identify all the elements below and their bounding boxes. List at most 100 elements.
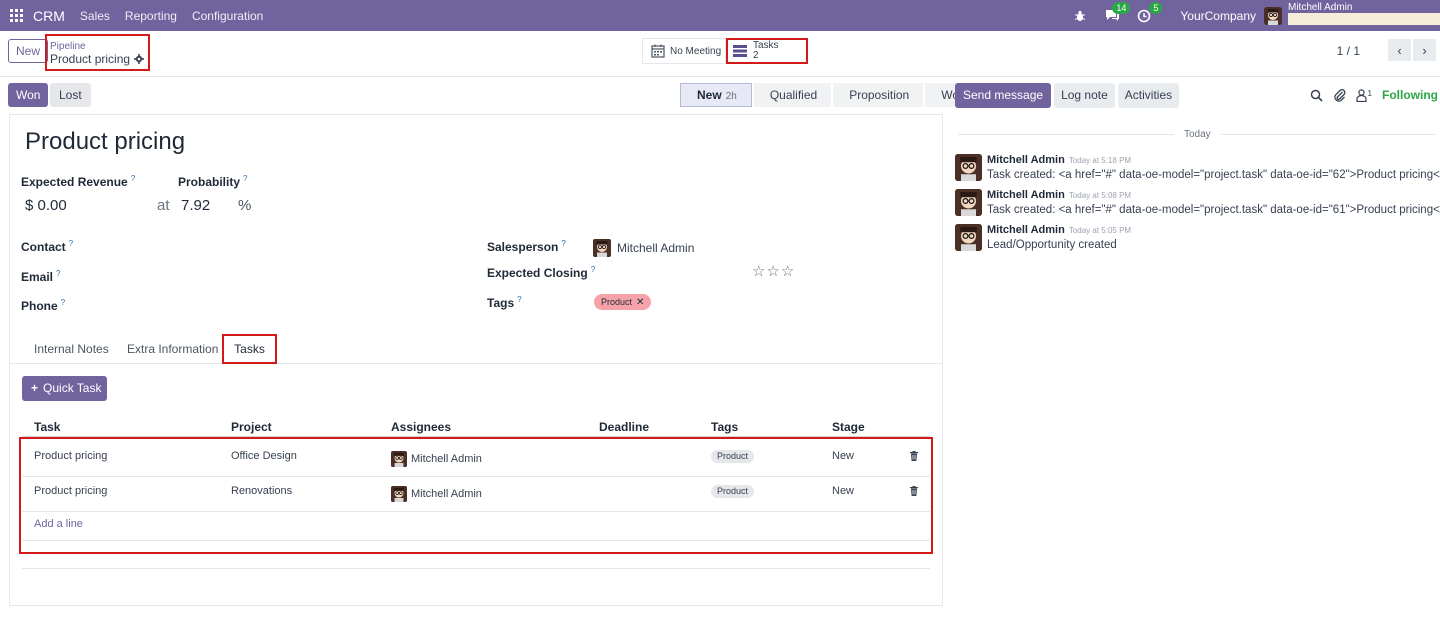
phone-label-text: Phone [21,299,58,313]
help-icon[interactable]: ? [131,174,135,183]
bug-icon[interactable] [1072,8,1088,24]
breadcrumb: Pipeline Product pricing [45,34,150,71]
tab-tasks[interactable]: Tasks [222,334,277,364]
following-toggle[interactable]: Following [1382,88,1438,102]
menu-reporting[interactable]: Reporting [125,9,177,23]
remove-tag-icon[interactable]: ✕ [636,297,644,308]
user-avatar[interactable] [1264,6,1282,25]
breadcrumb-pipeline[interactable]: Pipeline [50,41,145,52]
menu-sales[interactable]: Sales [80,9,110,23]
column-tags[interactable]: Tags [711,420,738,434]
log-note-button[interactable]: Log note [1054,83,1115,108]
message-author-name[interactable]: Mitchell Admin [987,224,1065,236]
email-label-text: Email [21,270,54,284]
task-project[interactable]: Office Design [231,450,297,462]
won-button[interactable]: Won [8,83,49,107]
apps-menu-icon[interactable] [10,9,23,22]
message-author-name[interactable]: Mitchell Admin [987,189,1065,201]
trash-icon[interactable] [909,451,919,461]
user-menu[interactable]: Mitchell Admin [1288,0,1440,31]
form-sheet: Product pricing Expected Revenue? $ 0.00… [9,114,943,606]
message-body: Lead/Opportunity created [987,239,1117,251]
help-icon[interactable]: ? [69,239,73,248]
avatar [593,239,611,257]
pager-previous-button[interactable]: ‹ [1388,39,1411,61]
app-name[interactable]: CRM [33,8,65,24]
followers-count: 1 [1367,88,1372,98]
stage-proposition[interactable]: Proposition [833,83,924,107]
task-assignee[interactable]: Mitchell Admin [391,451,482,467]
pager-next-button[interactable]: › [1413,39,1436,61]
tasks-smart-button[interactable]: Tasks 2 [726,38,808,64]
gear-icon[interactable] [134,54,145,64]
help-icon[interactable]: ? [591,265,595,274]
salesperson-field[interactable]: Mitchell Admin [593,239,694,257]
salesperson-name: Mitchell Admin [617,241,695,255]
priority-stars[interactable]: ☆☆☆ [752,262,795,280]
task-assignee[interactable]: Mitchell Admin [391,486,482,502]
breadcrumb-current-label: Product pricing [50,52,131,66]
column-stage[interactable]: Stage [832,420,865,434]
probability-field[interactable]: 7.92 [181,197,210,214]
status-bar: Won Lost New 2h Qualified Proposition Won [0,78,980,112]
meeting-smart-button[interactable]: No Meeting [642,38,726,64]
tab-extra-information[interactable]: Extra Information [127,342,218,356]
expected-closing-label-text: Expected Closing [487,266,588,280]
lost-button[interactable]: Lost [50,83,91,107]
add-line-link[interactable]: Add a line [34,518,83,530]
activities-clock-icon[interactable]: 5 [1136,1,1163,24]
star-icon[interactable]: ☆ [752,263,766,280]
column-project[interactable]: Project [231,420,272,434]
task-stage[interactable]: New [832,450,854,462]
trash-icon[interactable] [909,486,919,496]
help-icon[interactable]: ? [561,239,565,248]
tags-label: Tags? [487,295,522,310]
help-icon[interactable]: ? [56,269,60,278]
menu-configuration[interactable]: Configuration [192,9,263,23]
task-stage[interactable]: New [832,485,854,497]
search-icon[interactable] [1310,89,1323,102]
message-author-name[interactable]: Mitchell Admin [987,154,1065,166]
activities-count-badge: 5 [1149,1,1163,14]
avatar[interactable] [955,189,982,216]
messages-count-badge: 14 [1112,1,1131,14]
help-icon[interactable]: ? [517,295,521,304]
calendar-icon [651,44,665,58]
chevron-left-icon: ‹ [1397,42,1402,58]
stage-new[interactable]: New 2h [680,83,752,107]
company-switcher[interactable]: YourCompany [1180,9,1256,23]
expected-revenue-label-text: Expected Revenue [21,175,128,189]
at-label: at [157,197,170,214]
pager-value[interactable]: 1 / 1 [1337,44,1360,58]
task-name[interactable]: Product pricing [34,450,107,462]
help-icon[interactable]: ? [61,298,65,307]
column-deadline[interactable]: Deadline [599,420,649,434]
stage-qualified[interactable]: Qualified [753,83,832,107]
followers-button[interactable]: 1 [1355,88,1372,102]
task-project[interactable]: Renovations [231,485,292,497]
star-icon[interactable]: ☆ [766,263,780,280]
column-task[interactable]: Task [34,420,60,434]
expected-closing-label: Expected Closing? [487,265,595,280]
avatar[interactable] [955,154,982,181]
paperclip-icon[interactable] [1333,88,1346,102]
opportunity-title[interactable]: Product pricing [25,128,185,156]
avatar[interactable] [955,224,982,251]
new-button[interactable]: New [8,39,49,63]
probability-label-text: Probability [178,175,241,189]
help-icon[interactable]: ? [243,174,247,183]
expected-revenue-field[interactable]: $ 0.00 [25,197,67,214]
column-assignees[interactable]: Assignees [391,420,451,434]
phone-label: Phone? [21,298,65,313]
quick-task-button[interactable]: + Quick Task [22,376,107,401]
messages-icon[interactable]: 14 [1104,1,1131,24]
task-name[interactable]: Product pricing [34,485,107,497]
activities-button[interactable]: Activities [1117,83,1180,108]
assignee-name: Mitchell Admin [411,488,482,500]
salesperson-label: Salesperson? [487,239,566,254]
send-message-button[interactable]: Send message [955,83,1052,108]
avatar [391,486,407,502]
tab-internal-notes[interactable]: Internal Notes [34,342,109,356]
row-divider [22,540,930,541]
star-icon[interactable]: ☆ [781,263,795,280]
